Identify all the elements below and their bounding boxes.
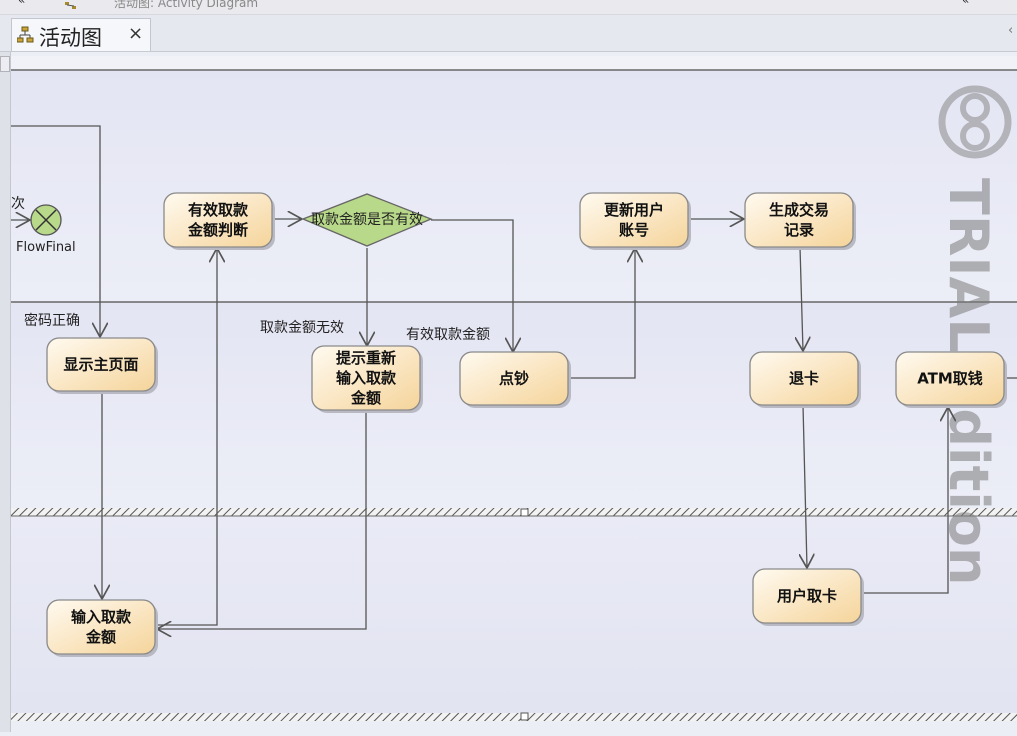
partition-divider-1[interactable] bbox=[11, 508, 1017, 517]
swimlane-bottom bbox=[11, 517, 1017, 713]
edge-label-times: 次 bbox=[11, 196, 25, 212]
action-label: 有效取款 bbox=[188, 201, 249, 219]
document-tab-strip: 活动图 × ‹ bbox=[0, 15, 1017, 52]
action-label: 金额 bbox=[85, 628, 116, 646]
tab-label: 活动图 bbox=[39, 26, 102, 50]
action-eject-card[interactable]: 退卡 bbox=[749, 351, 861, 408]
action-label: 生成交易 bbox=[769, 201, 829, 219]
action-count-cash[interactable]: 点钞 bbox=[459, 351, 571, 408]
window-title-bar: « 活动图: Activity Diagram « bbox=[0, 0, 1017, 15]
action-label: 提示重新 bbox=[336, 349, 396, 367]
window-title: 活动图: Activity Diagram bbox=[114, 0, 259, 10]
edge-label-amount-valid: 有效取款金额 bbox=[406, 327, 490, 343]
tab-scroll-left-button[interactable]: ‹ bbox=[1008, 23, 1013, 38]
tab-activity-diagram[interactable]: 活动图 × bbox=[11, 18, 151, 51]
diagram-icon bbox=[64, 0, 78, 15]
action-input-amount[interactable]: 输入取款金额 bbox=[46, 599, 158, 657]
action-generate-record[interactable]: 生成交易记录 bbox=[744, 192, 856, 250]
diagram-canvas[interactable]: TRIAL Edition 次 密码正确 取款金额无效 有效取款金额 FlowF… bbox=[11, 52, 1017, 732]
flow-final-label: FlowFinal bbox=[16, 240, 76, 255]
action-label: 显示主页面 bbox=[63, 356, 138, 374]
partition-divider-2[interactable] bbox=[11, 712, 1017, 721]
action-user-take-card[interactable]: 用户取卡 bbox=[752, 568, 864, 626]
action-valid-amount-check[interactable]: 有效取款金额判断 bbox=[163, 192, 275, 250]
decision-label: 取款金额是否有效 bbox=[311, 212, 423, 228]
action-update-account[interactable]: 更新用户账号 bbox=[579, 192, 691, 250]
flow-final-node[interactable] bbox=[30, 204, 62, 236]
action-label: 账号 bbox=[619, 221, 649, 239]
action-label: 金额判断 bbox=[187, 221, 248, 239]
action-show-main-page[interactable]: 显示主页面 bbox=[46, 337, 158, 394]
close-icon[interactable]: × bbox=[128, 23, 143, 44]
collapse-right-button[interactable]: « bbox=[962, 0, 969, 7]
action-label: 金额 bbox=[350, 389, 381, 407]
gutter-marker bbox=[0, 56, 10, 72]
action-label: 输入取款 bbox=[71, 608, 132, 626]
edge-label-password-ok: 密码正确 bbox=[24, 312, 80, 329]
activity-diagram-icon bbox=[16, 26, 35, 48]
left-gutter bbox=[0, 52, 11, 732]
action-atm-dispense[interactable]: ATM取钱 bbox=[895, 351, 1007, 408]
action-label: 退卡 bbox=[789, 370, 819, 388]
swimlane-top bbox=[11, 69, 1017, 302]
action-label: 点钞 bbox=[499, 370, 529, 388]
action-label: ATM取钱 bbox=[917, 370, 983, 388]
edge-label-amount-invalid: 取款金额无效 bbox=[260, 320, 344, 336]
action-label: 用户取卡 bbox=[777, 587, 837, 605]
action-prompt-reinput[interactable]: 提示重新输入取款金额 bbox=[311, 345, 423, 413]
action-label: 更新用户 bbox=[604, 201, 664, 219]
action-label: 记录 bbox=[784, 221, 814, 239]
action-label: 输入取款 bbox=[336, 369, 397, 387]
collapse-left-button[interactable]: « bbox=[18, 0, 25, 7]
